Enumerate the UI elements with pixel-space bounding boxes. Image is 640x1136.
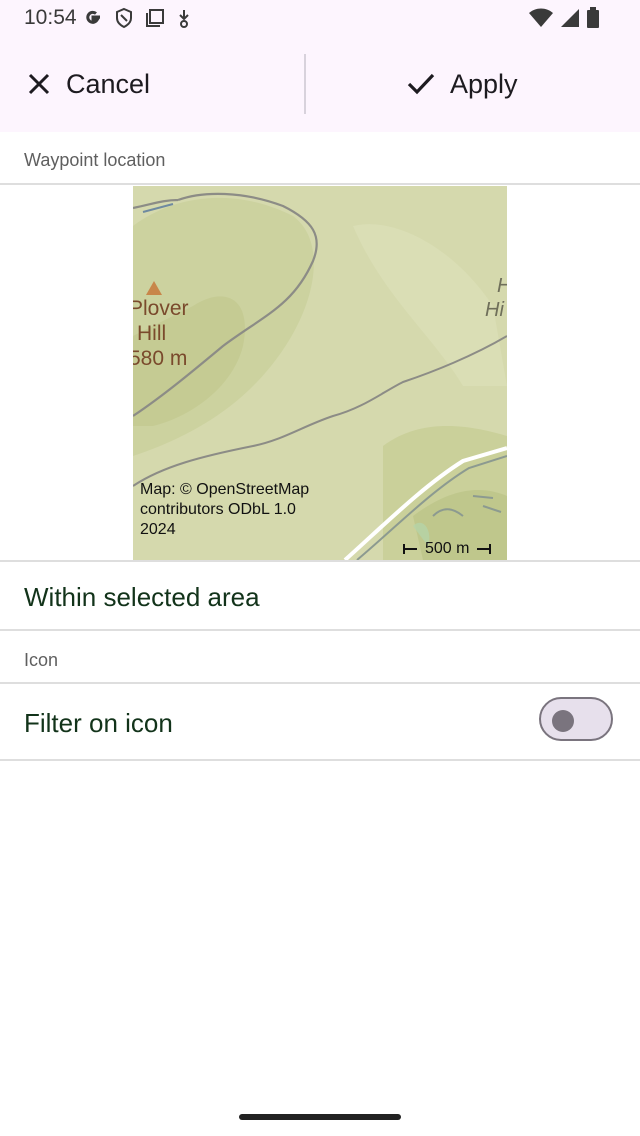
wifi-icon [528, 8, 554, 28]
toggle-knob [552, 710, 574, 732]
google-icon [82, 7, 104, 29]
icon-section-label: Icon [24, 650, 59, 670]
divider [0, 183, 640, 185]
cancel-label: Cancel [66, 68, 151, 99]
waypoint-location-label: Waypoint location [24, 150, 166, 170]
map-view[interactable]: Plover Hill 580 m H Hi Map: © OpenStreet… [133, 186, 507, 560]
filter-on-icon-label: Filter on icon [24, 708, 173, 738]
apply-label: Apply [450, 68, 518, 99]
scale-bar-left [403, 544, 419, 554]
signal-icon [560, 8, 580, 28]
divider [0, 759, 640, 761]
action-bar: Cancel Apply [0, 36, 640, 132]
divider [0, 682, 640, 684]
scale-label: 500 m [425, 540, 470, 557]
place-label: Plover Hill 580 m [133, 297, 189, 370]
map-attribution: Map: © OpenStreetMap contributors ODbL 1… [140, 481, 310, 538]
status-icons-right [522, 7, 600, 29]
status-time: 10:54 [24, 6, 77, 29]
edge-place-label: H Hi [485, 275, 507, 321]
check-icon [406, 71, 436, 97]
copy-icon [144, 7, 166, 29]
within-selected-area-item[interactable]: Within selected area [24, 582, 260, 613]
status-bar: 10:54 [0, 0, 640, 36]
divider [0, 560, 640, 562]
cancel-button[interactable]: Cancel [26, 36, 150, 132]
battery-icon [586, 7, 600, 29]
filter-on-icon-toggle[interactable] [539, 697, 613, 741]
divider [0, 629, 640, 631]
apply-button[interactable]: Apply [406, 36, 518, 132]
action-divider [304, 54, 306, 114]
home-indicator[interactable] [239, 1114, 401, 1120]
scale-bar-right [475, 544, 492, 554]
download-icon [176, 7, 192, 29]
map-scale: 500 m [403, 540, 492, 558]
shield-icon [114, 7, 134, 29]
status-icons-left [82, 7, 202, 29]
top-app-area: 10:54 Cancel Apply [0, 0, 640, 132]
close-icon [26, 71, 52, 97]
